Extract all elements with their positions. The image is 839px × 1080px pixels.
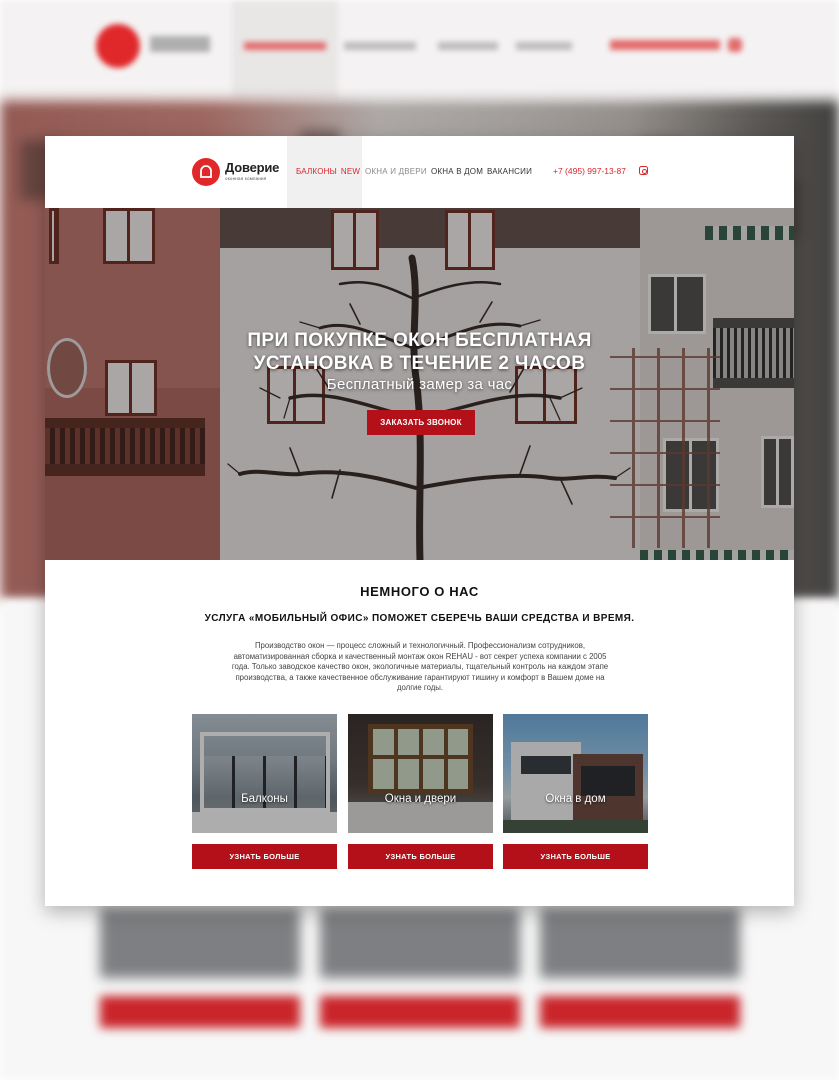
order-call-button[interactable]: ЗАКАЗАТЬ ЗВОНОК	[367, 410, 475, 435]
background-nav-item	[344, 42, 416, 50]
site-header: Доверие оконная компания БАЛКОНЫ NEW ОКНА…	[45, 136, 794, 208]
about-text-line: Производство окон — процесс сложный и те…	[254, 641, 586, 650]
background-nav-item	[516, 42, 572, 50]
photo-dim	[192, 714, 337, 833]
about-subtitle: УСЛУГА «МОБИЛЬНЫЙ ОФИС» ПОМОЖЕТ СБЕРЕЧЬ …	[204, 613, 635, 624]
about-text: Производство окон — процесс сложный и те…	[220, 641, 620, 694]
photo-dim	[503, 714, 648, 833]
learn-more-windows-doors-button[interactable]: УЗНАТЬ БОЛЬШЕ	[348, 844, 493, 869]
about-text-line: производства, а также качественное обслу…	[235, 672, 605, 682]
service-card-windows-doors[interactable]: Окна и двери	[348, 714, 493, 833]
background-instagram-icon	[728, 38, 742, 52]
service-label: Балконы	[241, 793, 288, 805]
hero-title-line: ПРИ ПОКУПКЕ ОКОН БЕСПЛАТНАЯ	[247, 330, 592, 351]
nav-item-label: БАЛКОНЫ	[296, 167, 337, 176]
logo-icon[interactable]	[192, 158, 220, 186]
background-nav-item	[438, 42, 498, 50]
background-header	[0, 0, 839, 100]
background-card	[100, 908, 300, 978]
background-phone	[610, 40, 720, 50]
photo-dim	[348, 714, 493, 833]
hero-title-line: УСТАНОВКА В ТЕЧЕНИЕ 2 ЧАСОВ	[253, 353, 586, 374]
nav-item-house-windows[interactable]: ОКНА В ДОМ	[431, 167, 483, 176]
learn-more-house-windows-button[interactable]: УЗНАТЬ БОЛЬШЕ	[503, 844, 648, 869]
hero-title: ПРИ ПОКУПКЕ ОКОН БЕСПЛАТНАЯ УСТАНОВКА В …	[45, 329, 794, 375]
logo-subtitle: оконная компания	[225, 176, 267, 181]
nav-item-vacancies[interactable]: ВАКАНСИИ	[487, 167, 532, 176]
service-label: Окна и двери	[384, 793, 457, 805]
service-card-house-windows[interactable]: Окна в дом	[503, 714, 648, 833]
nav-item-balconies[interactable]: БАЛКОНЫ NEW	[296, 167, 360, 176]
new-badge: NEW	[340, 167, 361, 176]
service-card-balconies[interactable]: Балконы	[192, 714, 337, 833]
phone-link[interactable]: +7 (495) 997-13-87	[553, 166, 626, 176]
background-button	[320, 996, 520, 1028]
instagram-icon[interactable]	[639, 166, 648, 175]
background-card	[540, 908, 740, 978]
about-text-line: года. Только заводское качество окон, эк…	[231, 662, 609, 672]
nav-item-windows-doors[interactable]: ОКНА И ДВЕРИ	[365, 167, 427, 176]
background-button	[540, 996, 740, 1028]
background-card	[320, 908, 520, 978]
learn-more-balconies-button[interactable]: УЗНАТЬ БОЛЬШЕ	[192, 844, 337, 869]
about-text-line: долгие годы.	[396, 683, 444, 693]
service-label: Окна в дом	[545, 793, 606, 805]
hero-subtitle: Бесплатный замер за час	[326, 376, 513, 393]
background-nav-item	[244, 42, 326, 50]
background-button	[100, 996, 300, 1028]
background-nav-highlight	[232, 0, 338, 100]
landing-page-card: Доверие оконная компания БАЛКОНЫ NEW ОКНА…	[45, 136, 794, 906]
background-logo-text	[150, 36, 210, 52]
about-text-line: автоматизированная сборка и качественный…	[233, 651, 607, 661]
about-title: НЕМНОГО О НАС	[360, 584, 479, 599]
background-logo	[96, 24, 140, 68]
logo-name[interactable]: Доверие	[225, 160, 279, 175]
hero-banner: ПРИ ПОКУПКЕ ОКОН БЕСПЛАТНАЯ УСТАНОВКА В …	[45, 208, 794, 560]
